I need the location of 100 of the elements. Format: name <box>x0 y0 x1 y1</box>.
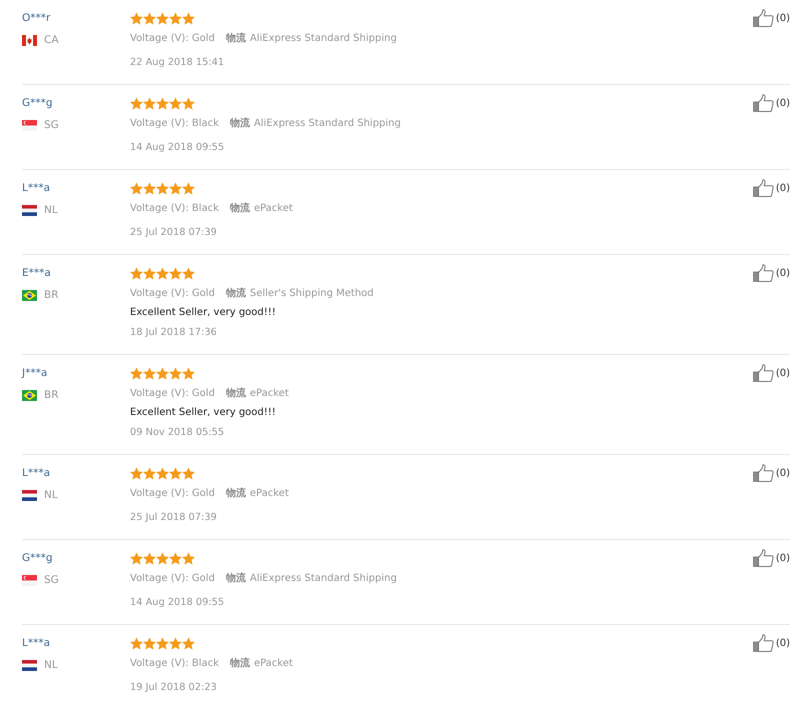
star-icon <box>156 552 169 564</box>
shipping-method: Seller's Shipping Method <box>250 288 374 298</box>
star-icon <box>169 96 182 110</box>
flag-icon <box>22 34 37 46</box>
star-icon <box>156 96 169 110</box>
like-button[interactable]: (0) <box>752 549 790 567</box>
review-date: 22 Aug 2018 15:41 <box>130 56 224 70</box>
review-date: 25 Jul 2018 07:39 <box>130 226 217 240</box>
thumbs-up-icon <box>752 9 774 27</box>
country-code: SG <box>44 119 59 131</box>
reviewer-name: G***g <box>22 96 53 111</box>
reviewer-name: L***a <box>22 636 50 651</box>
star-icon <box>156 182 169 194</box>
star-icon <box>143 12 156 24</box>
star-icon <box>182 636 195 650</box>
shipping-method: ePacket <box>250 488 289 498</box>
review-comment: Excellent Seller, very good!!! <box>130 406 276 420</box>
shipping-label: 物流 <box>226 286 246 300</box>
like-button[interactable]: (0) <box>752 264 790 282</box>
thumbs-up-icon <box>752 549 774 567</box>
flag-icon <box>22 390 37 400</box>
star-icon <box>143 636 156 650</box>
star-icon <box>182 366 195 380</box>
star-icon <box>156 266 169 280</box>
variant-text: Voltage (V): Black <box>130 658 219 668</box>
shipping-label: 物流 <box>230 201 250 215</box>
thumbs-up-icon <box>752 634 774 652</box>
flag-icon <box>22 290 37 300</box>
flag-icon <box>22 660 37 670</box>
star-icon <box>130 466 143 480</box>
star-icon <box>156 12 169 24</box>
like-button[interactable]: (0) <box>752 9 790 27</box>
country-code: NL <box>44 489 58 501</box>
shipping-label: 物流 <box>226 571 246 585</box>
star-icon <box>143 266 156 280</box>
reviewer-name: J***a <box>22 366 48 381</box>
star-icon <box>169 182 182 194</box>
star-icon <box>130 636 143 650</box>
star-icon <box>156 366 169 380</box>
reviewer-name: L***a <box>22 466 50 481</box>
shipping-method: AliExpress Standard Shipping <box>254 118 401 128</box>
variant-text: Voltage (V): Black <box>130 118 219 128</box>
star-icon <box>130 182 143 194</box>
like-button[interactable]: (0) <box>752 179 790 197</box>
shipping-method: ePacket <box>254 202 293 214</box>
country-code: NL <box>44 659 58 671</box>
shipping-label: 物流 <box>226 486 246 500</box>
country-code: SG <box>44 574 59 586</box>
country-code: BR <box>44 389 58 401</box>
country-code: BR <box>44 289 58 301</box>
star-icon <box>143 552 156 564</box>
flag-icon <box>22 204 37 216</box>
star-icon <box>130 366 143 380</box>
star-icon <box>182 552 195 564</box>
star-icon <box>169 466 182 480</box>
star-icon <box>182 266 195 280</box>
star-icon <box>169 266 182 280</box>
thumbs-up-icon <box>752 264 774 282</box>
thumbs-up-icon <box>752 464 774 482</box>
review-date: 19 Jul 2018 02:23 <box>130 681 217 695</box>
star-icon <box>169 636 182 650</box>
review-date: 18 Jul 2018 17:36 <box>130 326 217 340</box>
shipping-label: 物流 <box>226 386 246 400</box>
shipping-method: AliExpress Standard Shipping <box>250 572 397 584</box>
shipping-label: 物流 <box>226 31 246 45</box>
country-code: NL <box>44 204 58 216</box>
review-comment: Excellent Seller, very good!!! <box>130 306 276 320</box>
star-icon <box>130 552 143 564</box>
shipping-method: ePacket <box>254 658 293 668</box>
shipping-method: AliExpress Standard Shipping <box>250 32 397 44</box>
reviewer-name: G***g <box>22 551 53 566</box>
variant-text: Voltage (V): Gold <box>130 572 215 584</box>
star-icon <box>143 466 156 480</box>
flag-icon <box>22 490 37 500</box>
like-button[interactable]: (0) <box>752 94 790 112</box>
star-icon <box>143 366 156 380</box>
star-icon <box>182 466 195 480</box>
like-button[interactable]: (0) <box>752 464 790 482</box>
like-button[interactable]: (0) <box>752 634 790 652</box>
variant-text: Voltage (V): Gold <box>130 32 215 44</box>
thumbs-up-icon <box>752 179 774 197</box>
star-icon <box>130 266 143 280</box>
flag-icon <box>22 574 37 586</box>
reviewer-name: E***a <box>22 266 51 281</box>
variant-text: Voltage (V): Gold <box>130 388 215 398</box>
like-button[interactable]: (0) <box>752 364 790 382</box>
shipping-method: ePacket <box>250 388 289 398</box>
star-icon <box>130 12 143 24</box>
star-icon <box>143 96 156 110</box>
star-icon <box>182 96 195 110</box>
star-icon <box>130 96 143 110</box>
star-icon <box>169 552 182 564</box>
star-icon <box>169 12 182 24</box>
variant-text: Voltage (V): Gold <box>130 288 215 298</box>
star-icon <box>156 636 169 650</box>
star-icon <box>182 12 195 24</box>
flag-icon <box>22 120 37 130</box>
shipping-label: 物流 <box>230 656 250 670</box>
country-code: CA <box>44 34 59 46</box>
star-icon <box>143 182 156 194</box>
